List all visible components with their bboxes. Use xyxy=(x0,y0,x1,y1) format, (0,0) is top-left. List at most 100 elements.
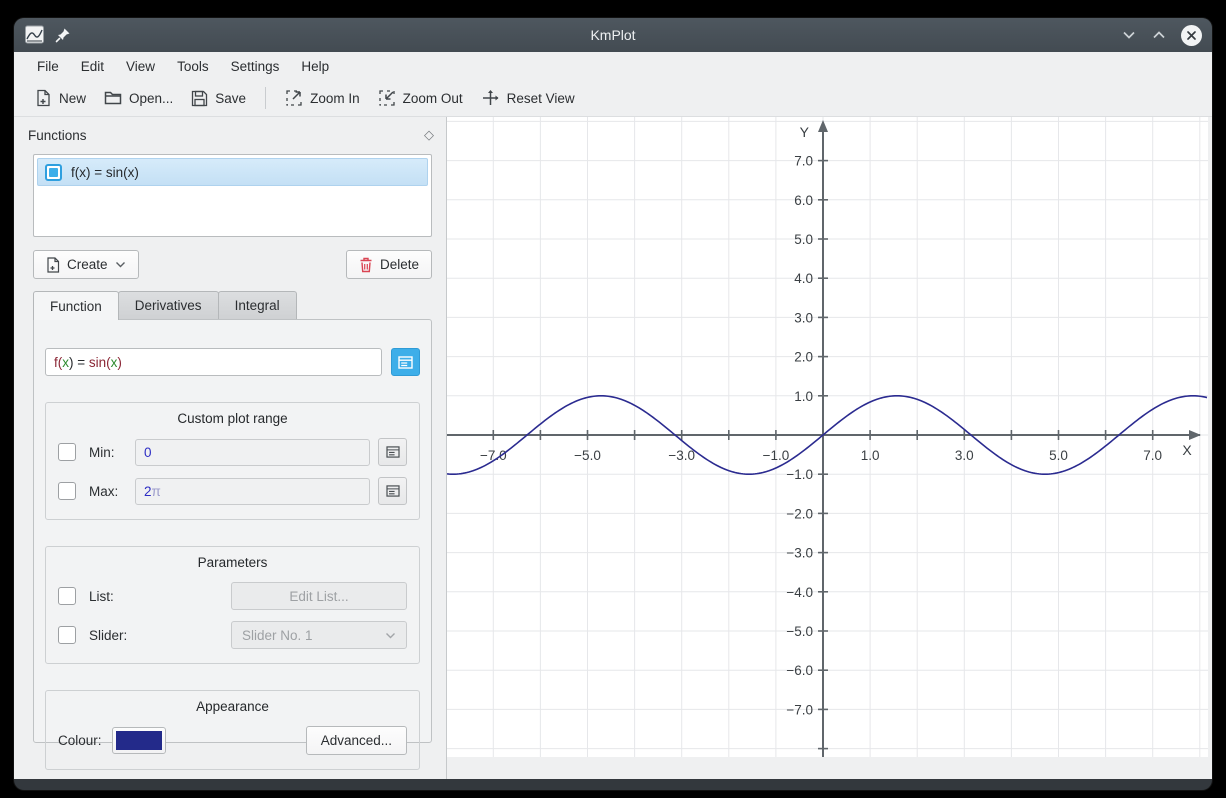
max-input[interactable]: 2π xyxy=(135,478,370,505)
minimize-button[interactable] xyxy=(1121,30,1137,40)
svg-text:−3.0: −3.0 xyxy=(668,448,695,463)
new-button[interactable]: New xyxy=(26,84,95,112)
plot-range-title: Custom plot range xyxy=(58,411,407,426)
svg-text:1.0: 1.0 xyxy=(861,448,880,463)
window-title: KmPlot xyxy=(14,27,1212,43)
create-label: Create xyxy=(67,257,108,272)
menu-settings[interactable]: Settings xyxy=(220,55,291,78)
plot-area[interactable]: −7.0 −5.0 −3.0 −1.0 1.0 3.0 5.0 7.0 7.0 6.0 5.0 4.0… xyxy=(446,117,1212,779)
zoom-in-icon xyxy=(285,89,303,107)
svg-text:−6.0: −6.0 xyxy=(786,663,813,678)
svg-text:Y: Y xyxy=(800,124,810,140)
toolbar-separator xyxy=(265,87,266,109)
menu-help[interactable]: Help xyxy=(290,55,340,78)
custom-plot-range-group: Custom plot range Min: 0 xyxy=(45,402,420,520)
open-folder-icon xyxy=(104,90,122,106)
equation-input[interactable]: f(x) = sin(x) xyxy=(45,348,382,376)
svg-text:1.0: 1.0 xyxy=(794,389,813,404)
slider-select[interactable]: Slider No. 1 xyxy=(231,621,407,649)
max-label: Max: xyxy=(89,484,135,499)
menubar: File Edit View Tools Settings Help xyxy=(14,52,1212,80)
menu-tools[interactable]: Tools xyxy=(166,55,220,78)
max-editor-button[interactable] xyxy=(378,477,407,505)
min-editor-icon xyxy=(386,446,400,458)
list-checkbox[interactable] xyxy=(58,587,76,605)
colour-swatch-fill xyxy=(116,731,162,750)
close-button[interactable] xyxy=(1181,25,1202,46)
svg-text:−1.0: −1.0 xyxy=(763,448,790,463)
titlebar[interactable]: KmPlot xyxy=(14,18,1212,52)
parameters-group: Parameters List: Edit List... Slider: xyxy=(45,546,420,664)
max-editor-icon xyxy=(386,485,400,497)
min-input[interactable]: 0 xyxy=(135,439,370,466)
open-label: Open... xyxy=(129,91,173,106)
trash-icon xyxy=(359,257,373,273)
reset-view-label: Reset View xyxy=(507,91,575,106)
close-icon xyxy=(1186,30,1197,41)
zoom-out-button[interactable]: Zoom Out xyxy=(369,84,472,112)
new-document-icon xyxy=(35,89,52,107)
tab-derivatives[interactable]: Derivatives xyxy=(118,291,219,319)
svg-text:−2.0: −2.0 xyxy=(786,506,813,521)
svg-text:6.0: 6.0 xyxy=(794,193,813,208)
min-checkbox[interactable] xyxy=(58,443,76,461)
min-editor-button[interactable] xyxy=(378,438,407,466)
svg-text:3.0: 3.0 xyxy=(794,310,813,325)
menu-file[interactable]: File xyxy=(26,55,70,78)
svg-text:−1.0: −1.0 xyxy=(786,467,813,482)
svg-text:−4.0: −4.0 xyxy=(786,585,813,600)
parameters-title: Parameters xyxy=(58,555,407,570)
menu-view[interactable]: View xyxy=(115,55,166,78)
colour-label: Colour: xyxy=(58,733,102,748)
function-list-item[interactable]: f(x) = sin(x) xyxy=(37,158,428,186)
svg-text:7.0: 7.0 xyxy=(1143,448,1162,463)
dock-title: Functions xyxy=(28,128,87,143)
select-chevron-icon xyxy=(385,632,396,639)
create-button[interactable]: Create xyxy=(33,250,139,279)
tab-function[interactable]: Function xyxy=(33,291,119,320)
maximize-button[interactable] xyxy=(1151,30,1167,40)
dock-float-icon[interactable]: ◇ xyxy=(424,127,434,143)
reset-view-icon xyxy=(481,89,500,107)
save-button[interactable]: Save xyxy=(182,85,255,112)
svg-text:4.0: 4.0 xyxy=(794,271,813,286)
svg-text:−5.0: −5.0 xyxy=(786,624,813,639)
open-button[interactable]: Open... xyxy=(95,85,182,111)
svg-text:7.0: 7.0 xyxy=(794,154,813,169)
max-checkbox[interactable] xyxy=(58,482,76,500)
reset-view-button[interactable]: Reset View xyxy=(472,84,584,112)
zoom-in-button[interactable]: Zoom In xyxy=(276,84,369,112)
function-visible-checkbox[interactable] xyxy=(45,164,62,181)
colour-swatch-button[interactable] xyxy=(112,727,166,754)
appearance-group: Appearance Colour: Advanced... xyxy=(45,690,420,770)
equation-editor-button[interactable] xyxy=(391,348,420,376)
list-label: List: xyxy=(89,589,114,604)
chevron-down-icon xyxy=(115,261,126,268)
svg-text:3.0: 3.0 xyxy=(955,448,974,463)
min-label: Min: xyxy=(89,445,135,460)
svg-text:−7.0: −7.0 xyxy=(786,702,813,717)
menu-edit[interactable]: Edit xyxy=(70,55,115,78)
function-list[interactable]: f(x) = sin(x) xyxy=(33,154,432,237)
kmplot-window: KmPlot File Edit View Tools Settings Hel… xyxy=(14,18,1212,790)
advanced-button[interactable]: Advanced... xyxy=(306,726,407,755)
pin-icon[interactable] xyxy=(55,27,71,43)
save-floppy-icon xyxy=(191,90,208,107)
plot-canvas[interactable]: −7.0 −5.0 −3.0 −1.0 1.0 3.0 5.0 7.0 7.0 6.0 5.0 4.0… xyxy=(447,117,1208,757)
svg-text:5.0: 5.0 xyxy=(1049,448,1068,463)
edit-list-button[interactable]: Edit List... xyxy=(231,582,407,610)
toolbar: New Open... Save xyxy=(14,80,1212,117)
slider-checkbox[interactable] xyxy=(58,626,76,644)
function-tab-panel: f(x) = sin(x) Custom plot range xyxy=(33,319,432,743)
delete-button[interactable]: Delete xyxy=(346,250,432,279)
function-tabs: Function Derivatives Integral xyxy=(33,291,432,319)
new-label: New xyxy=(59,91,86,106)
equation-editor-icon xyxy=(398,356,413,369)
slider-label: Slider: xyxy=(89,628,127,643)
svg-text:5.0: 5.0 xyxy=(794,232,813,247)
svg-text:X: X xyxy=(1182,442,1192,458)
tab-integral[interactable]: Integral xyxy=(218,291,297,319)
zoom-in-label: Zoom In xyxy=(310,91,360,106)
zoom-out-label: Zoom Out xyxy=(403,91,463,106)
save-label: Save xyxy=(215,91,246,106)
